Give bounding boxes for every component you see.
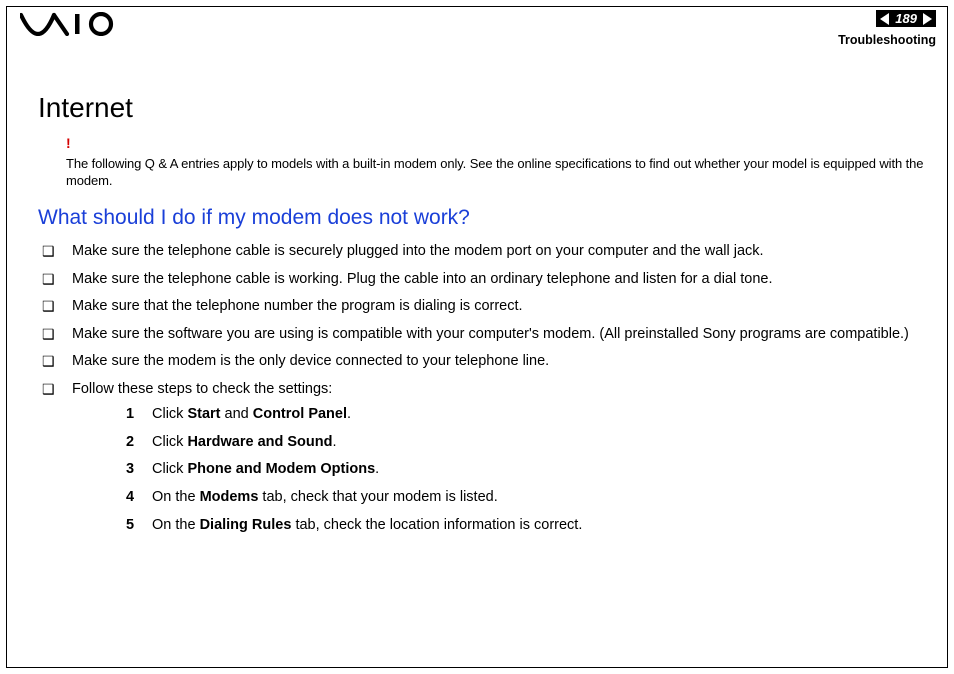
bullet-text: Make sure the telephone cable is securel… bbox=[72, 243, 764, 259]
step-bold: Control Panel bbox=[253, 406, 347, 422]
step-text: On the bbox=[152, 489, 200, 505]
section-label: Troubleshooting bbox=[838, 33, 936, 47]
bullet-text: Make sure the modem is the only device c… bbox=[72, 353, 549, 369]
step-item: Click Phone and Modem Options. bbox=[126, 460, 926, 480]
step-item: Click Start and Control Panel. bbox=[126, 405, 926, 425]
step-item: On the Dialing Rules tab, check the loca… bbox=[126, 516, 926, 536]
page-content: Internet ! The following Q & A entries a… bbox=[38, 92, 926, 543]
bullet-list: Make sure the telephone cable is securel… bbox=[42, 242, 926, 535]
bullet-text: Make sure the software you are using is … bbox=[72, 326, 909, 342]
step-bold: Modems bbox=[200, 489, 259, 505]
step-bold: Dialing Rules bbox=[200, 517, 292, 533]
step-text: Click bbox=[152, 434, 187, 450]
step-text: tab, check the location information is c… bbox=[291, 517, 582, 533]
list-item: Make sure that the telephone number the … bbox=[42, 297, 926, 317]
note-block: ! The following Q & A entries apply to m… bbox=[66, 134, 926, 190]
triangle-left-icon bbox=[880, 13, 889, 25]
page-number: 189 bbox=[895, 11, 917, 26]
list-item: Make sure the modem is the only device c… bbox=[42, 352, 926, 372]
page-header: 189 Troubleshooting bbox=[12, 10, 942, 46]
list-item: Make sure the telephone cable is securel… bbox=[42, 242, 926, 262]
list-item: Follow these steps to check the settings… bbox=[42, 380, 926, 535]
bullet-text: Make sure the telephone cable is working… bbox=[72, 271, 772, 287]
step-text: . bbox=[347, 406, 351, 422]
page-title: Internet bbox=[38, 92, 926, 124]
step-text: . bbox=[332, 434, 336, 450]
list-item: Make sure the software you are using is … bbox=[42, 325, 926, 345]
bullet-text: Follow these steps to check the settings… bbox=[72, 381, 332, 397]
list-item: Make sure the telephone cable is working… bbox=[42, 270, 926, 290]
step-text: . bbox=[375, 461, 379, 477]
page-number-badge: 189 bbox=[876, 10, 936, 27]
bullet-text: Make sure that the telephone number the … bbox=[72, 298, 523, 314]
step-text: and bbox=[221, 406, 253, 422]
step-text: Click bbox=[152, 461, 187, 477]
note-text: The following Q & A entries apply to mod… bbox=[66, 156, 923, 189]
step-bold: Phone and Modem Options bbox=[187, 461, 375, 477]
triangle-right-icon bbox=[923, 13, 932, 25]
step-text: tab, check that your modem is listed. bbox=[258, 489, 497, 505]
vaio-logo bbox=[20, 12, 118, 41]
page-indicator: 189 Troubleshooting bbox=[838, 10, 936, 47]
step-item: Click Hardware and Sound. bbox=[126, 433, 926, 453]
question-heading: What should I do if my modem does not wo… bbox=[38, 206, 926, 230]
step-bold: Start bbox=[187, 406, 220, 422]
step-text: On the bbox=[152, 517, 200, 533]
steps-list: Click Start and Control Panel. Click Har… bbox=[126, 405, 926, 535]
alert-icon: ! bbox=[66, 134, 926, 153]
step-text: Click bbox=[152, 406, 187, 422]
step-item: On the Modems tab, check that your modem… bbox=[126, 488, 926, 508]
step-bold: Hardware and Sound bbox=[187, 434, 332, 450]
